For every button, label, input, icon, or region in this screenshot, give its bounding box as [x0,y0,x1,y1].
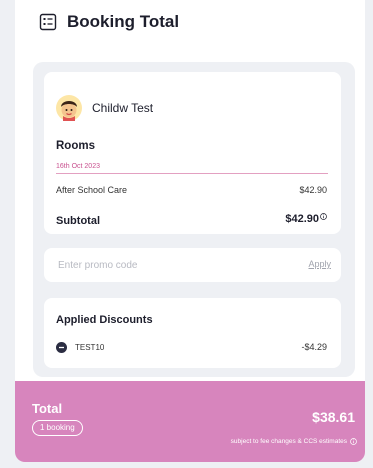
total-bar: Total 1 booking $38.61 subject to fee ch… [15,381,365,462]
room-line-label: After School Care [56,185,128,195]
promo-code-input[interactable] [56,258,270,272]
applied-discounts-title: Applied Discounts [56,314,153,326]
receipt-list-icon [39,13,57,31]
subtotal-amount: $42.90 [285,213,319,225]
discount-row: TEST10 [56,342,104,353]
subtotal-label: Subtotal [56,215,100,227]
rooms-title: Rooms [56,140,95,152]
booking-total-card: Booking Total Childw Test Rooms 16th Oct… [15,0,365,462]
info-icon[interactable] [350,438,357,445]
total-note: subject to fee changes & CCS estimates [231,438,357,445]
total-value: $38.61 [312,409,355,425]
room-line-amount: $42.90 [299,185,327,195]
applied-discounts-card: Applied Discounts TEST10 -$4.29 [44,298,341,368]
booking-details-panel: Childw Test Rooms 16th Oct 2023 After Sc… [33,62,355,377]
booking-date: 16th Oct 2023 [56,163,100,170]
page-title: Booking Total [67,12,180,31]
child-name: Childw Test [92,101,154,115]
discount-code: TEST10 [75,343,105,352]
child-booking-card: Childw Test Rooms 16th Oct 2023 After Sc… [44,72,341,234]
total-label: Total [32,401,63,416]
apply-promo-button[interactable]: Apply [308,259,331,269]
total-note-text: subject to fee changes & CCS estimates [230,438,347,445]
child-avatar-icon [56,95,82,121]
booking-total-header: Booking Total [39,12,179,32]
discount-amount: -$4.29 [301,342,327,352]
booking-count-badge: 1 booking [32,420,83,436]
remove-discount-icon[interactable] [56,342,67,353]
date-divider [56,173,328,174]
promo-code-box: Apply [44,248,341,282]
info-icon[interactable] [320,213,327,220]
subtotal-value: $42.90 [285,213,327,225]
